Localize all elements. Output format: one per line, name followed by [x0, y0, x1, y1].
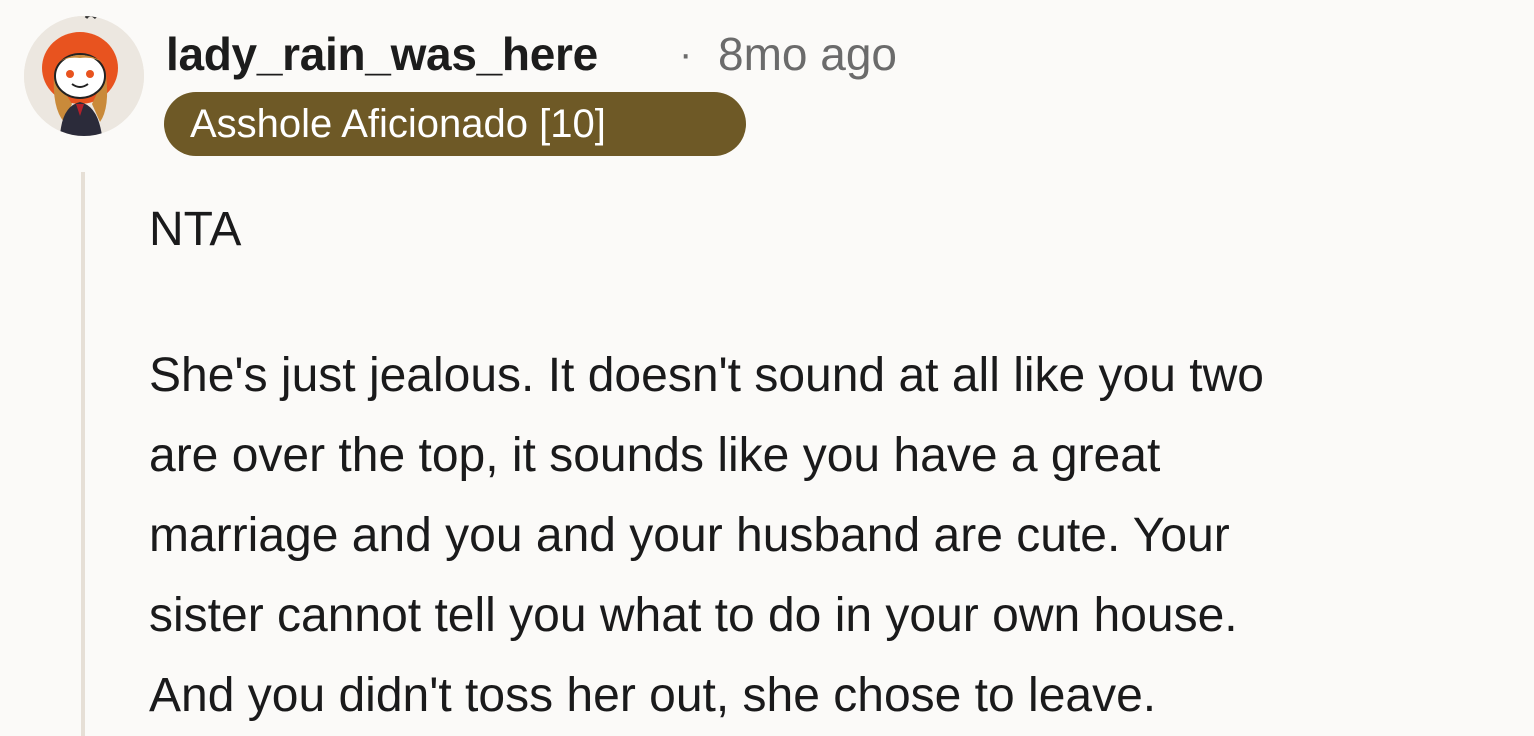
comment-body-line: marriage and you and your husband are cu… [149, 509, 1230, 562]
comment-author[interactable]: lady_rain_was_here [166, 26, 598, 82]
comment-body-line: are over the top, it sounds like you hav… [149, 429, 1161, 482]
user-avatar[interactable] [24, 16, 144, 136]
meta-separator: · [679, 32, 693, 76]
comment-body-line: She's just jealous. It doesn't sound at … [149, 349, 1264, 402]
comment-verdict: NTA [149, 203, 242, 256]
comment-body-line: sister cannot tell you what to do in you… [149, 589, 1238, 642]
comment-timestamp[interactable]: 8mo ago [718, 26, 897, 82]
snoo-avatar-icon [24, 16, 144, 136]
user-flair-badge: Asshole Aficionado [10] [164, 92, 746, 156]
thread-line[interactable] [81, 172, 85, 736]
comment-body-line: And you didn't toss her out, she chose t… [149, 669, 1157, 722]
comment-body: She's just jealous. It doesn't sound at … [149, 336, 1519, 736]
